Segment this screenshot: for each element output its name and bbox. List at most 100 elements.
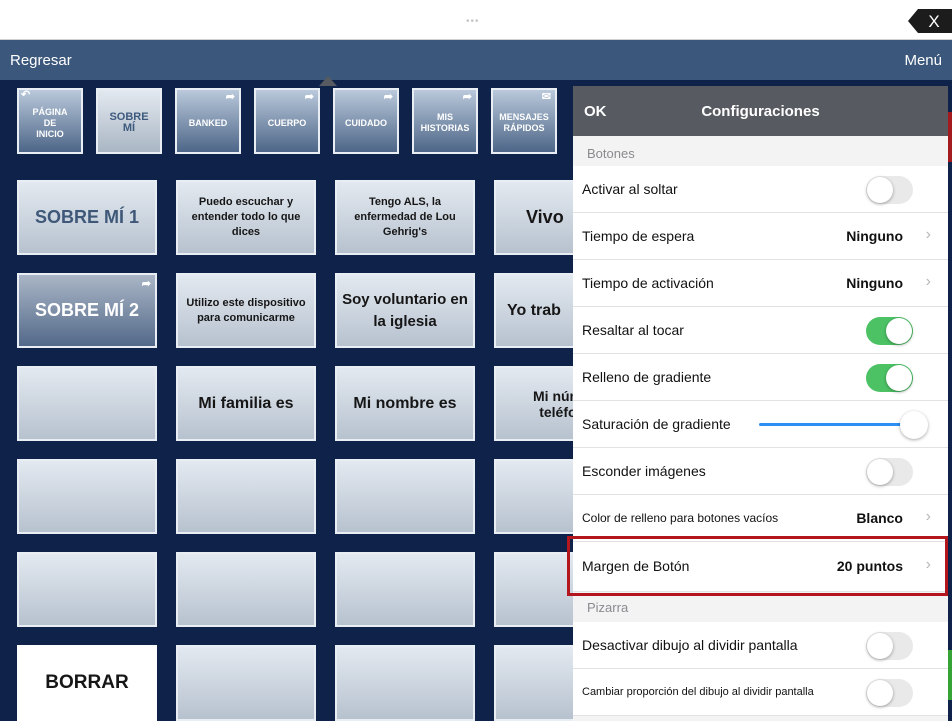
row-color-de-relleno[interactable]: Color de relleno para botones vacíos Bla… [573,495,948,542]
empty-button[interactable] [17,552,157,627]
utilizo-dispositivo-button[interactable]: Utilizo este dispositivo para comunicarm… [176,273,316,348]
nav-button-sobre-mi[interactable]: SOBRE MÍ [96,88,162,154]
row-label: Resaltar al tocar [582,322,684,338]
resaltar-al-tocar-toggle[interactable] [866,317,913,345]
nav-button-label: BANKED [188,117,228,128]
empty-button[interactable] [17,459,157,534]
link-arrow-icon: ➦ [141,278,151,290]
toggle-knob [867,459,893,485]
nav-button-mis-historias[interactable]: ➦ MIS HISTORIAS [412,88,478,154]
nav-button-label: PÁGINA [32,106,68,117]
toggle-knob [867,680,893,706]
puedo-escuchar-button[interactable]: Puedo escuchar y entender todo lo que di… [176,180,316,255]
nav-button-banked[interactable]: ➦ BANKED [175,88,241,154]
saturacion-slider-knob[interactable] [900,411,928,439]
empty-button[interactable] [494,645,584,721]
empty-button[interactable] [335,552,475,627]
settings-header: OK Configuraciones [573,86,948,136]
cambiar-proporcion-toggle[interactable] [866,679,913,707]
nav-button-label: DE [43,117,57,128]
settings-panel: OK Configuraciones Botones Activar al so… [573,86,948,721]
empty-button[interactable] [17,366,157,441]
sobre-mi-1-button[interactable]: SOBRE MÍ 1 [17,180,157,255]
nav-button-label: CUERPO [267,117,307,128]
back-button[interactable]: Regresar [10,52,72,69]
empty-button[interactable] [494,459,584,534]
mi-numero-button[interactable]: Mi núm teléfor [494,366,584,441]
row-esconder-imagenes[interactable]: Esconder imágenes [573,448,948,495]
row-label: Tiempo de espera [582,228,695,244]
row-desactivar-dibujo[interactable]: Desactivar dibujo al dividir pantalla [573,622,948,669]
toggle-knob [886,365,912,391]
nav-button-pagina-de-inicio[interactable]: ↶ PÁGINA DE INICIO [17,88,83,154]
link-arrow-icon: ➦ [225,91,235,103]
nav-button-label: CUIDADO [345,117,387,128]
desactivar-dibujo-toggle[interactable] [866,632,913,660]
tengo-als-button[interactable]: Tengo ALS, la enfermedad de Lou Gehrig's [335,180,475,255]
margen-highlight-box [567,536,948,596]
nav-button-mensajes-rapidos[interactable]: ✉ MENSAJES RÁPIDOS [491,88,557,154]
row-tiempo-de-espera[interactable]: Tiempo de espera Ninguno › [573,213,948,260]
close-label: X [928,12,939,31]
chevron-right-icon: › [925,508,931,525]
close-button[interactable]: X [908,9,952,33]
close-icon: X [908,9,952,33]
row-saturacion-de-gradiente: Saturación de gradiente [573,401,948,448]
multitasking-dots-icon[interactable]: ••• [466,16,480,27]
settings-title: Configuraciones [701,103,820,120]
sobre-mi-2-label: SOBRE MÍ 2 [34,300,140,320]
toggle-knob [867,633,893,659]
sobre-mi-2-button[interactable]: ➦ SOBRE MÍ 2 [17,273,157,348]
nav-button-cuidado[interactable]: ➦ CUIDADO [333,88,399,154]
esconder-imagenes-toggle[interactable] [866,458,913,486]
row-label: Esconder imágenes [582,463,706,479]
navigation-bar: Regresar Menú [0,40,952,80]
empty-button[interactable] [176,552,316,627]
yo-trabajo-button[interactable]: Yo trab [494,273,584,348]
yo-trabajo-label: Yo trab [507,301,561,319]
nav-button-label: MENSAJES [499,112,549,122]
soy-voluntario-button[interactable]: Soy voluntario en la iglesia [335,273,475,348]
message-icon: ✉ [541,91,551,103]
nav-button-label: MÍ [122,122,136,134]
row-value: Ninguno [846,275,903,291]
row-label: Tiempo de activación [582,275,714,291]
toggle-knob [867,177,893,203]
vivo-label: Vivo [526,207,564,227]
relleno-de-gradiente-toggle[interactable] [866,364,913,392]
row-label: Activar al soltar [582,181,678,197]
mi-familia-button[interactable]: Mi familia es [176,366,316,441]
section-botones: Botones [587,146,635,161]
link-arrow-icon: ➦ [304,91,314,103]
borrar-button[interactable]: BORRAR [17,645,157,721]
row-value: Blanco [856,510,903,526]
row-label: Desactivar dibujo al dividir pantalla [582,637,798,653]
popover-caret [319,76,337,86]
nav-button-label: MIS [436,112,453,122]
row-label: Color de relleno para botones vacíos [582,511,779,525]
chevron-right-icon: › [925,226,931,243]
empty-button[interactable] [176,645,316,721]
activar-al-soltar-toggle[interactable] [866,176,913,204]
nav-button-label: HISTORIAS [420,123,470,133]
empty-button[interactable] [335,459,475,534]
mi-nombre-button[interactable]: Mi nombre es [335,366,475,441]
row-tiempo-de-activacion[interactable]: Tiempo de activación Ninguno › [573,260,948,307]
toggle-knob [886,318,912,344]
row-relleno-de-gradiente[interactable]: Relleno de gradiente [573,354,948,401]
empty-button[interactable] [176,459,316,534]
row-resaltar-al-tocar[interactable]: Resaltar al tocar [573,307,948,354]
row-label: Relleno de gradiente [582,369,712,385]
link-arrow-icon: ➦ [462,91,472,103]
saturacion-slider-track[interactable] [759,423,905,426]
menu-button[interactable]: Menú [904,52,942,69]
vivo-button[interactable]: Vivo [494,180,584,255]
empty-button[interactable] [335,645,475,721]
link-arrow-icon: ➦ [383,91,393,103]
top-bar: ••• X [0,0,952,40]
row-cambiar-proporcion[interactable]: Cambiar proporción del dibujo al dividir… [573,669,948,716]
row-activar-al-soltar[interactable]: Activar al soltar [573,166,948,213]
row-label: Saturación de gradiente [582,416,731,432]
nav-button-label: RÁPIDOS [503,123,545,133]
nav-button-cuerpo[interactable]: ➦ CUERPO [254,88,320,154]
